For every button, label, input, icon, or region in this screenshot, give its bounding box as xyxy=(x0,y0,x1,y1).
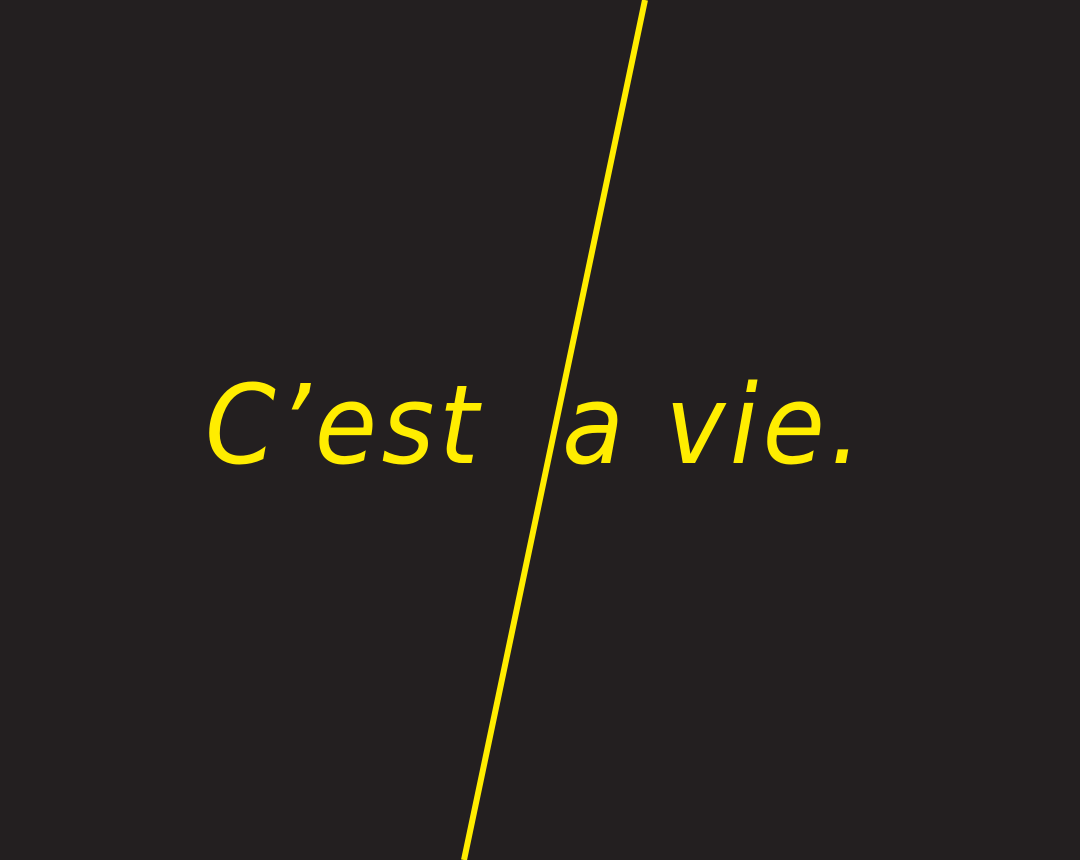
phrase-left-text: C’est xyxy=(205,361,484,489)
phrase-right-text: a vie. xyxy=(562,361,867,489)
poster-canvas: C’est a vie. xyxy=(0,0,1080,860)
slash-line xyxy=(461,0,648,860)
